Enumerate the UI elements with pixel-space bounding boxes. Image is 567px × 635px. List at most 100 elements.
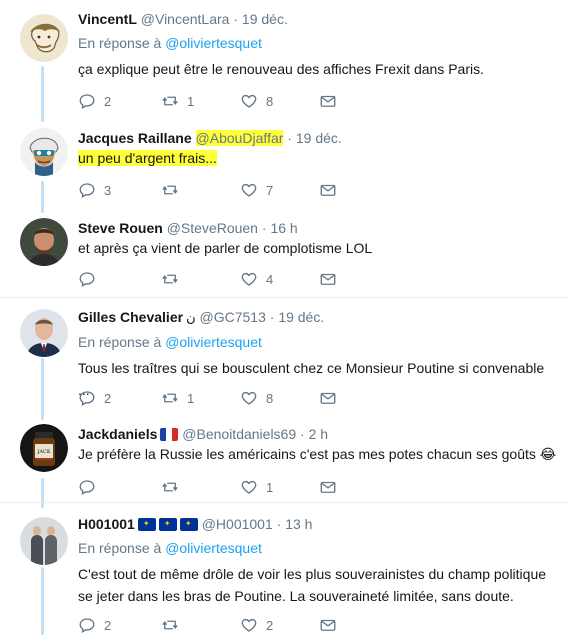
tweet-actions: 1 — [78, 477, 378, 497]
timestamp[interactable]: 19 déc. — [242, 11, 288, 27]
reply-icon — [78, 270, 96, 288]
french-flag-icon — [160, 428, 179, 441]
envelope-icon — [319, 92, 337, 110]
reply-button[interactable] — [78, 477, 104, 497]
reply-button[interactable]: 2 — [78, 615, 111, 635]
heart-icon — [240, 181, 258, 199]
retweet-button[interactable]: 1 — [161, 91, 194, 111]
user-handle[interactable]: @VincentLara — [141, 11, 230, 27]
like-button[interactable]: 8 — [240, 91, 273, 111]
direct-message-button[interactable] — [319, 91, 337, 111]
heart-icon — [240, 389, 258, 407]
user-name[interactable]: H001001 — [78, 516, 135, 532]
like-button[interactable]: 8 — [240, 388, 273, 408]
retweet-count: 1 — [187, 93, 195, 109]
direct-message-button[interactable] — [319, 477, 337, 497]
like-button[interactable]: 4 — [240, 269, 273, 289]
reply-prefix: En réponse à — [78, 334, 162, 350]
reply-count: 2 — [104, 93, 112, 109]
retweet-icon — [161, 616, 179, 634]
tweet[interactable]: Jacques Raillane @AbouDjaffar · 19 déc. … — [0, 118, 567, 208]
reply-context: En réponse à @oliviertesquet — [78, 539, 559, 557]
envelope-icon — [319, 389, 337, 407]
avatar[interactable]: JACK — [20, 424, 68, 472]
user-handle[interactable]: @GC7513 — [200, 309, 266, 325]
tweet[interactable]: Gilles Chevalier ن @GC7513 · 19 déc. En r… — [0, 297, 567, 414]
reply-mention-link[interactable]: @oliviertesquet — [165, 35, 262, 51]
retweet-button[interactable] — [161, 269, 187, 289]
tweet[interactable]: Steve Rouen @SteveRouen · 16 h et après … — [0, 208, 567, 297]
timestamp[interactable]: 13 h — [285, 516, 312, 532]
timestamp[interactable]: 19 déc. — [278, 309, 324, 325]
reply-count: 2 — [104, 617, 112, 633]
tweet[interactable]: H001001 @H001001 · 13 h En réponse à @ol… — [0, 502, 567, 635]
avatar[interactable] — [20, 309, 68, 357]
tweet-actions: 3 7 — [78, 180, 378, 200]
reply-button[interactable]: 3 — [78, 180, 111, 200]
avatar[interactable] — [20, 218, 68, 266]
user-name[interactable]: Jacques Raillane — [78, 130, 192, 146]
direct-message-button[interactable] — [319, 180, 337, 200]
retweet-button[interactable] — [161, 477, 187, 497]
like-count: 4 — [266, 271, 274, 287]
reply-icon — [78, 92, 96, 110]
timestamp[interactable]: 2 h — [309, 426, 328, 442]
retweet-icon — [161, 389, 179, 407]
retweet-button[interactable] — [161, 180, 187, 200]
avatar[interactable] — [20, 128, 68, 176]
user-handle[interactable]: @H001001 — [202, 516, 273, 532]
separator: · — [269, 309, 275, 325]
user-name[interactable]: Steve Rouen — [78, 220, 163, 236]
separator: · — [287, 130, 292, 146]
direct-message-button[interactable] — [319, 388, 337, 408]
like-button[interactable]: 7 — [240, 180, 273, 200]
reply-mention-link[interactable]: @oliviertesquet — [165, 540, 262, 556]
tweet-actions: 2 2 — [78, 615, 378, 635]
tweet-actions: 4 — [78, 269, 378, 289]
reply-icon — [78, 389, 96, 407]
direct-message-button[interactable] — [319, 269, 337, 289]
direct-message-button[interactable] — [319, 615, 337, 635]
highlighted-text: un peu d'argent frais... — [78, 150, 217, 166]
like-button[interactable]: 1 — [240, 477, 273, 497]
tweet-header: H001001 @H001001 · 13 h — [78, 515, 559, 533]
user-name[interactable]: Jackdaniels — [78, 426, 157, 442]
user-name[interactable]: Gilles Chevalier — [78, 309, 183, 325]
tweet-header: Jacques Raillane @AbouDjaffar · 19 déc. — [78, 129, 559, 147]
tweet[interactable]: JACK Jackdaniels @Benoitdaniels69 · 2 h … — [0, 414, 567, 502]
like-button[interactable]: 2 — [240, 615, 273, 635]
user-name[interactable]: VincentL — [78, 11, 137, 27]
retweet-button[interactable] — [161, 615, 187, 635]
timestamp[interactable]: 19 déc. — [296, 130, 342, 146]
envelope-icon — [319, 181, 337, 199]
reply-count: 3 — [104, 182, 112, 198]
retweet-icon — [161, 270, 179, 288]
separator: · — [276, 516, 282, 532]
separator: · — [300, 426, 305, 442]
tweet-text: Je préfère la Russie les américains c'es… — [78, 446, 557, 462]
reply-mention-link[interactable]: @oliviertesquet — [165, 334, 262, 350]
tweet-text: et après ça vient de parler de complotis… — [78, 240, 373, 256]
reply-icon — [78, 616, 96, 634]
svg-text:JACK: JACK — [36, 449, 50, 455]
reply-button[interactable] — [78, 269, 104, 289]
reply-context: En réponse à @oliviertesquet — [78, 34, 559, 52]
name-flags — [160, 428, 179, 441]
avatar[interactable] — [20, 517, 68, 565]
eu-flag-icon — [179, 518, 198, 531]
reply-button[interactable]: 2 — [78, 388, 111, 408]
reply-button[interactable]: 2 — [78, 91, 111, 111]
timestamp[interactable]: 16 h — [270, 220, 297, 236]
avatar[interactable] — [20, 14, 68, 62]
retweet-button[interactable]: 1 — [161, 388, 194, 408]
user-handle[interactable]: @SteveRouen — [167, 220, 258, 236]
retweet-icon — [161, 478, 179, 496]
heart-icon — [240, 270, 258, 288]
user-handle[interactable]: @Benoitdaniels69 — [182, 426, 296, 442]
tweet[interactable]: VincentL @VincentLara · 19 déc. En répon… — [0, 0, 567, 118]
tweet-header: Steve Rouen @SteveRouen · 16 h — [78, 219, 559, 237]
reply-prefix: En réponse à — [78, 540, 162, 556]
user-handle[interactable]: @AbouDjaffar — [195, 130, 284, 146]
tweet-text: un peu d'argent frais... — [78, 147, 559, 169]
name-symbol: ن — [186, 310, 196, 325]
